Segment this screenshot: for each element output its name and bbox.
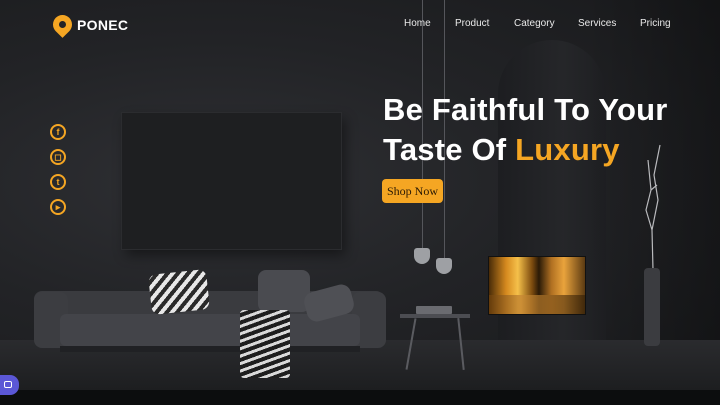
instagram-icon[interactable]: ◻ xyxy=(50,149,66,165)
social-links: f ◻ t ▸ xyxy=(50,124,68,224)
hero-title-line1: Be Faithful To Your xyxy=(383,92,668,127)
shop-now-button[interactable]: Shop Now xyxy=(382,179,443,203)
facebook-icon[interactable]: f xyxy=(50,124,66,140)
landing-page: PONEC Home Product Category Services Pri… xyxy=(0,0,720,405)
books xyxy=(416,306,452,314)
nav-item-pricing[interactable]: Pricing xyxy=(640,18,671,29)
sofa-base xyxy=(60,346,360,352)
main-nav: Home Product Category Services Pricing xyxy=(0,18,720,32)
hero-title-accent: Luxury xyxy=(515,132,620,167)
hero-title: Be Faithful To Your Taste Of Luxury xyxy=(383,90,713,170)
gold-interior-artwork xyxy=(489,257,585,314)
nav-item-home[interactable]: Home xyxy=(404,18,431,29)
pendant-lamp xyxy=(436,258,452,274)
video-camera-widget[interactable] xyxy=(0,375,19,395)
twitter-icon[interactable]: t xyxy=(50,174,66,190)
pendant-lamp xyxy=(414,248,430,264)
bottom-bar xyxy=(0,390,720,405)
video-camera-icon xyxy=(4,381,12,388)
hero-title-line2: Taste Of xyxy=(383,132,516,167)
pillow xyxy=(258,270,310,312)
wall-tv-panel xyxy=(122,113,341,249)
youtube-icon[interactable]: ▸ xyxy=(50,199,66,215)
striped-throw xyxy=(240,310,290,378)
nav-item-category[interactable]: Category xyxy=(514,18,555,29)
nav-item-services[interactable]: Services xyxy=(578,18,616,29)
nav-item-product[interactable]: Product xyxy=(455,18,489,29)
hero-heading: Be Faithful To Your Taste Of Luxury xyxy=(383,90,713,170)
floor-vase xyxy=(644,268,660,346)
striped-pillow xyxy=(148,269,210,315)
side-table xyxy=(400,314,470,318)
